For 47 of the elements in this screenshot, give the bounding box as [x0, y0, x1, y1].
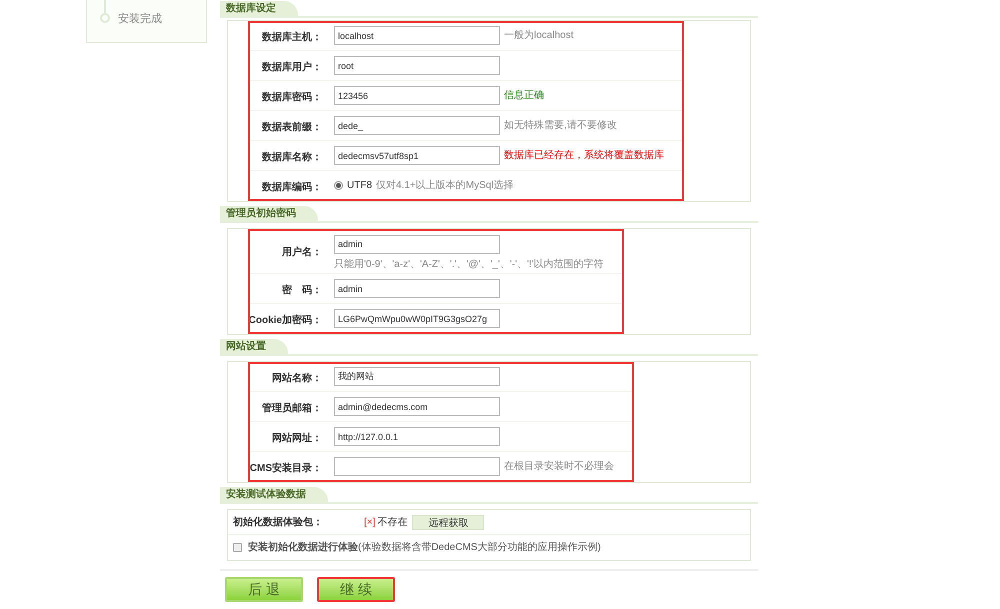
field-label: 网站名称：: [272, 372, 322, 384]
step-label: 安装完成: [118, 12, 162, 27]
text-field[interactable]: dede_: [334, 116, 500, 135]
text-field[interactable]: http://127.0.0.1: [334, 427, 500, 446]
text-field[interactable]: admin: [334, 234, 500, 254]
radio-button[interactable]: [334, 181, 343, 190]
text-field[interactable]: admin@dedecms.com: [334, 397, 500, 416]
checkbox[interactable]: [233, 543, 242, 552]
section-title: 管理员初始密码: [220, 206, 318, 221]
field-label: 管理员邮箱：: [262, 402, 322, 414]
field-label: 数据表前缀：: [262, 122, 322, 132]
field-label: 数据库名称：: [262, 152, 322, 162]
nav-button[interactable]: 继 续: [317, 577, 395, 602]
field-label: 初始化数据体验包：: [233, 515, 324, 530]
field-label: 网站网址：: [272, 432, 322, 444]
text-field[interactable]: 123456: [334, 86, 500, 105]
field-label: 用户名：: [282, 247, 322, 258]
hint-text: 如无特殊需要,请不要修改: [504, 118, 617, 133]
hint-text: 仅对4.1+以上版本的MySql选择: [376, 178, 514, 193]
field-label: 数据库主机：: [262, 32, 322, 42]
text-field[interactable]: [334, 457, 500, 476]
status-text: 不存在: [377, 516, 408, 530]
section-title: 安装测试体验数据: [220, 487, 328, 502]
field-label: 密 码：: [282, 284, 322, 296]
text-field[interactable]: root: [334, 56, 500, 75]
field-label: CMS安装目录：: [250, 462, 322, 474]
hint-text: 信息正确: [504, 88, 544, 103]
hint-text: 只能用'0-9'、'a-z'、'A-Z'、'.'、'@'、'_'、'-'、'!'以内范围的字符: [334, 258, 604, 272]
radio-label: UTF8: [347, 179, 372, 193]
error-mark: [×]: [364, 516, 376, 530]
field-label: 数据库密码：: [262, 92, 322, 102]
hint-text: 一般为localhost: [504, 28, 574, 43]
text-field[interactable]: dedecmsv57utf8sp1: [334, 146, 500, 165]
text-field[interactable]: LG6PwQmWpu0wW0pIT9G3gsO27g: [334, 309, 500, 328]
hint-text: 在根目录安装时不必理会: [504, 460, 614, 474]
text-field[interactable]: localhost: [334, 26, 500, 45]
field-label: Cookie加密码：: [248, 314, 322, 326]
nav-button[interactable]: 后 退: [225, 577, 303, 602]
field-label: 数据库编码：: [262, 182, 322, 192]
checkbox-label: 安装初始化数据进行体验(体验数据将含带DedeCMS大部分功能的应用操作示例): [248, 540, 601, 555]
text-field[interactable]: admin: [334, 279, 500, 298]
field-label: 数据库用户：: [262, 62, 322, 72]
text-field[interactable]: 我的网站: [334, 367, 500, 386]
hint-text: 数据库已经存在，系统将覆盖数据库: [504, 148, 664, 163]
section-title: 数据库设定: [220, 1, 298, 16]
fetch-button[interactable]: 远程获取: [412, 514, 484, 530]
section-title: 网站设置: [220, 339, 288, 354]
